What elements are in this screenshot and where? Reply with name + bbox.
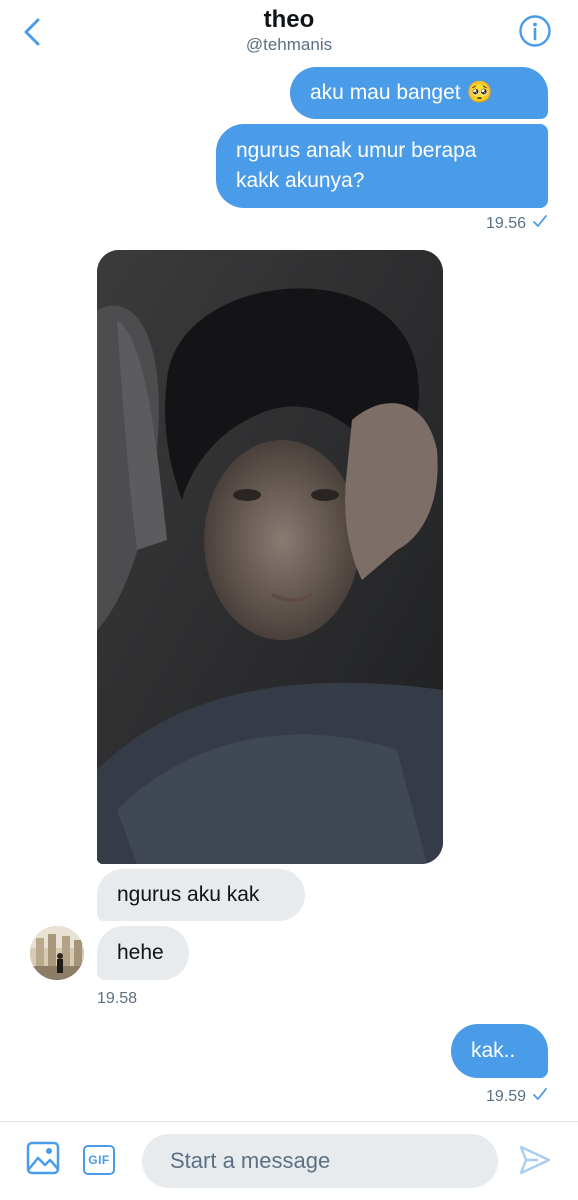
dm-conversation-screen: theo @tehmanis aku mau banget 🥺 ngurus a…: [0, 0, 578, 1200]
message-bubble-outgoing[interactable]: kak..: [451, 1024, 548, 1078]
contact-handle: @tehmanis: [245, 35, 333, 54]
conversation-header: theo @tehmanis: [0, 0, 578, 62]
message-photo[interactable]: [97, 250, 443, 864]
info-icon: [518, 14, 552, 53]
message-bubble-incoming[interactable]: ngurus aku kak: [97, 869, 305, 921]
message-text: hehe: [117, 941, 164, 964]
conversation-title-block[interactable]: theo @tehmanis: [0, 6, 578, 56]
checkmark-icon: [532, 1087, 548, 1106]
info-button[interactable]: [518, 14, 552, 53]
timestamp-text: 19.58: [97, 990, 138, 1007]
checkmark-icon: [532, 214, 548, 233]
message-bubble-outgoing[interactable]: ngurus anak umur berapa kakk akunya?: [216, 124, 548, 208]
message-timestamp: 19.59: [486, 1087, 548, 1106]
gif-button[interactable]: GIF: [81, 1143, 117, 1177]
message-text: kak..: [471, 1039, 516, 1062]
avatar[interactable]: [30, 926, 84, 980]
timestamp-text: 19.56: [485, 214, 526, 232]
composer-divider: [0, 1121, 578, 1122]
message-bubble-incoming[interactable]: hehe: [97, 926, 189, 980]
gif-icon: GIF: [83, 1145, 115, 1175]
send-button[interactable]: [514, 1141, 556, 1183]
message-timestamp: 19.58: [97, 990, 137, 1008]
photo-image: [97, 250, 443, 864]
message-text: ngurus anak umur berapa kakk akunya?: [236, 139, 477, 192]
contact-name: theo: [263, 6, 315, 33]
timestamp-text: 19.59: [485, 1087, 526, 1105]
message-bubble-outgoing[interactable]: aku mau banget 🥺: [290, 67, 548, 119]
message-timestamp: 19.56: [486, 214, 548, 233]
send-icon: [517, 1142, 553, 1183]
add-photo-button[interactable]: [24, 1141, 62, 1179]
message-input[interactable]: [142, 1134, 498, 1188]
image-icon: [26, 1141, 60, 1180]
avatar-image: [30, 926, 84, 980]
message-text: ngurus aku kak: [117, 883, 260, 906]
message-text: aku mau banget 🥺: [310, 81, 493, 104]
